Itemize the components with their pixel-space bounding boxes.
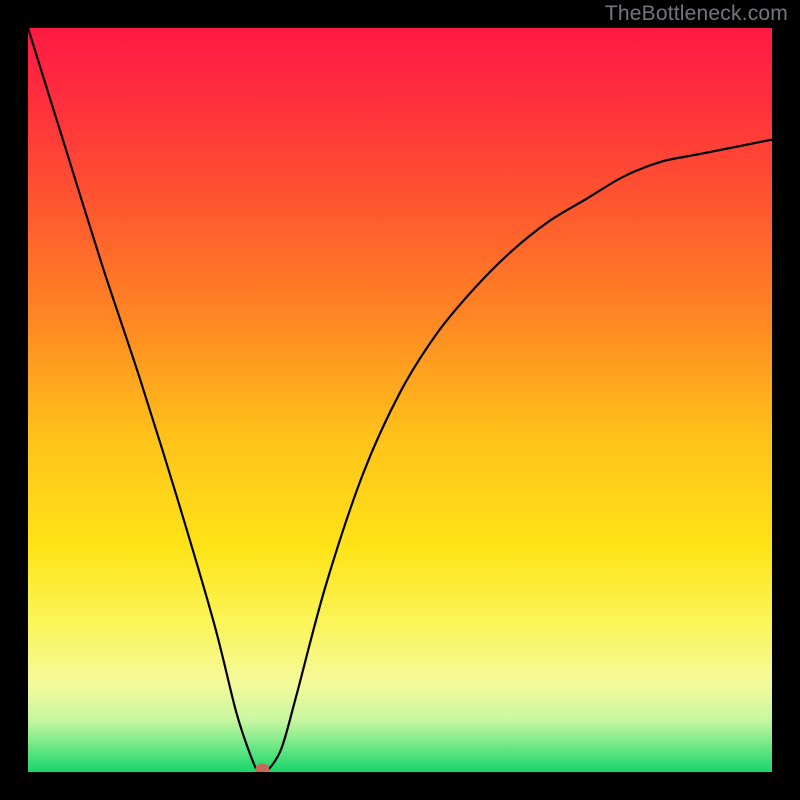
gradient-background bbox=[28, 28, 772, 772]
plot-svg bbox=[28, 28, 772, 772]
bottleneck-plot bbox=[28, 28, 772, 772]
watermark-text: TheBottleneck.com bbox=[605, 2, 788, 26]
